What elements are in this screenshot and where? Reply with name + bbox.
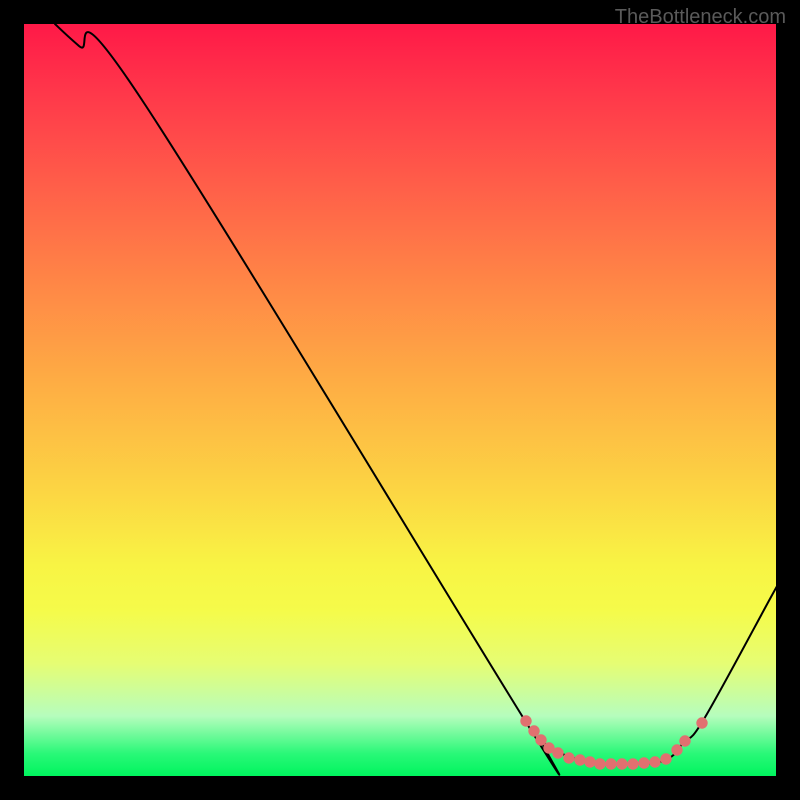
chart-curve — [55, 24, 778, 775]
chart-marker — [536, 735, 546, 745]
chart-marker — [650, 757, 660, 767]
chart-plot-area — [24, 24, 776, 776]
chart-marker — [529, 726, 539, 736]
chart-marker — [521, 716, 531, 726]
chart-marker — [680, 736, 690, 746]
chart-markers — [521, 716, 707, 769]
chart-marker — [564, 753, 574, 763]
chart-marker — [639, 758, 649, 768]
chart-marker — [585, 757, 595, 767]
chart-marker — [697, 718, 707, 728]
chart-marker — [628, 759, 638, 769]
chart-marker — [553, 748, 563, 758]
chart-marker — [672, 745, 682, 755]
chart-svg — [24, 24, 776, 776]
chart-marker — [575, 755, 585, 765]
chart-marker — [617, 759, 627, 769]
chart-marker — [606, 759, 616, 769]
chart-marker — [595, 759, 605, 769]
watermark-text: TheBottleneck.com — [615, 6, 786, 29]
chart-marker — [661, 754, 671, 764]
